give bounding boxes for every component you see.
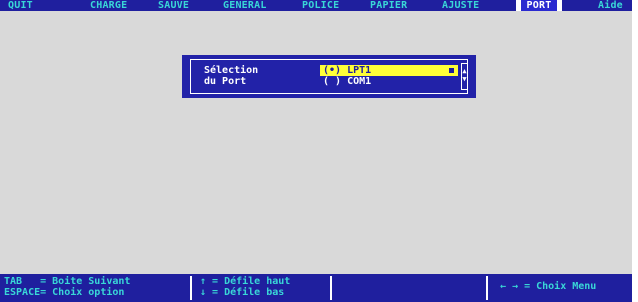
menu-port[interactable]: PORT [516,0,562,11]
option-com1-label: ( ) COM1 [323,76,372,87]
selection-marker-icon [449,68,454,73]
status-divider [486,276,488,300]
menu-general[interactable]: GENERAL [223,0,267,11]
status-divider [330,276,332,300]
arrow-up-icon[interactable]: ▲ [462,67,467,75]
hint-scroll-down: ↓ = Défile bas [200,287,285,298]
menu-port-label: PORT [520,0,558,11]
menu-ajuste[interactable]: AJUSTE [442,0,479,11]
menu-sauve[interactable]: SAUVE [158,0,189,11]
menu-police[interactable]: POLICE [302,0,339,11]
hint-tab: TAB = Boite Suivant [4,276,131,287]
hint-space: ESPACE= Choix option [4,287,125,298]
option-lpt1[interactable]: (•) LPT1 [320,65,458,76]
arrow-down-icon[interactable]: ▼ [462,75,467,83]
menu-aide[interactable]: Aide [598,0,623,11]
port-label-line1: Sélection [204,65,259,76]
menu-papier[interactable]: PAPIER [370,0,407,11]
hint-scroll-up: ↑ = Défile haut [200,276,291,287]
option-lpt1-label: (•) LPT1 [323,65,372,76]
hint-menu-choice: ← → = Choix Menu [500,281,597,292]
menu-bar: QUIT CHARGE SAUVE GENERAL POLICE PAPIER … [0,0,632,11]
status-divider [190,276,192,300]
dos-screen: QUIT CHARGE SAUVE GENERAL POLICE PAPIER … [0,0,632,302]
status-bar: TAB = Boite Suivant ESPACE= Choix option… [0,274,632,302]
listbox-scrollbar[interactable]: ▲ ▼ [461,63,468,90]
port-listbox[interactable]: (•) LPT1 ( ) COM1 [320,63,458,91]
option-com1[interactable]: ( ) COM1 [320,76,458,87]
menu-charge[interactable]: CHARGE [90,0,127,11]
port-label-line2: du Port [204,76,247,87]
screen-edge [632,0,638,302]
menu-quit[interactable]: QUIT [8,0,33,11]
